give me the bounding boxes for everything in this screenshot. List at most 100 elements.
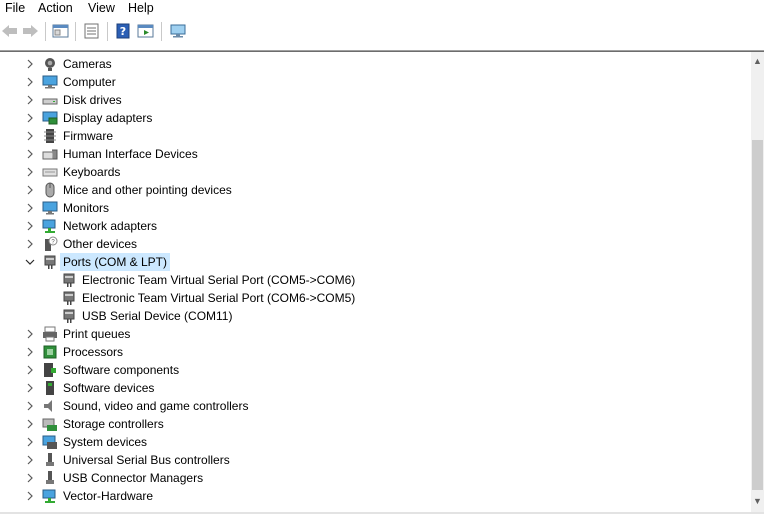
chevron-right-icon[interactable] — [24, 129, 36, 143]
chevron-right-icon[interactable] — [24, 327, 36, 341]
chevron-right-icon[interactable] — [24, 237, 36, 251]
usb-icon — [42, 452, 58, 468]
chevron-right-icon[interactable] — [24, 165, 36, 179]
tree-child-item[interactable]: USB Serial Device (COM11) — [0, 307, 751, 325]
forward-icon[interactable] — [21, 23, 39, 39]
vertical-scrollbar[interactable]: ▲ ▼ — [751, 52, 764, 512]
chevron-right-icon[interactable] — [24, 489, 36, 503]
chevron-right-icon[interactable] — [24, 183, 36, 197]
mouse-icon — [42, 182, 58, 198]
tree-category-item[interactable]: Storage controllers — [0, 415, 751, 433]
tree-category-item[interactable]: Software devices — [0, 379, 751, 397]
port-icon — [61, 308, 77, 324]
network-adapter-icon — [42, 488, 58, 504]
toolbar-separator — [75, 22, 76, 41]
tree-category-item[interactable]: Disk drives — [0, 91, 751, 109]
tree-item-label: Electronic Team Virtual Serial Port (COM… — [82, 291, 356, 305]
tree-item-label: System devices — [63, 435, 148, 449]
chevron-right-icon[interactable] — [24, 57, 36, 71]
chevron-right-icon[interactable] — [24, 93, 36, 107]
network-adapter-icon — [42, 218, 58, 234]
tree-category-item[interactable]: Processors — [0, 343, 751, 361]
properties-pane-icon[interactable] — [52, 23, 70, 39]
tree-category-item[interactable]: Cameras — [0, 55, 751, 73]
tree-child-item[interactable]: Electronic Team Virtual Serial Port (COM… — [0, 271, 751, 289]
chevron-right-icon[interactable] — [24, 75, 36, 89]
tree-item-label: Human Interface Devices — [63, 147, 198, 161]
chevron-right-icon[interactable] — [24, 219, 36, 233]
tree-category-item[interactable]: Display adapters — [0, 109, 751, 127]
tree-category-item[interactable]: ? Other devices — [0, 235, 751, 253]
tree-item-label: Vector-Hardware — [63, 489, 154, 503]
tree-category-item[interactable]: Sound, video and game controllers — [0, 397, 751, 415]
tree-item-label: Computer — [63, 75, 116, 89]
tree-category-item[interactable]: Print queues — [0, 325, 751, 343]
port-icon — [61, 272, 77, 288]
scroll-thumb[interactable] — [752, 140, 763, 490]
processor-icon — [42, 344, 58, 360]
tree-item-label: Display adapters — [63, 111, 153, 125]
tree-category-item[interactable]: Keyboards — [0, 163, 751, 181]
menu-view[interactable]: View — [88, 0, 115, 16]
monitor-icon — [42, 200, 58, 216]
chevron-right-icon[interactable] — [24, 345, 36, 359]
menu-file[interactable]: File — [5, 0, 25, 16]
software-device-icon — [42, 380, 58, 396]
sound-icon — [42, 398, 58, 414]
tree-item-label: Firmware — [63, 129, 113, 143]
tree-item-label: Sound, video and game controllers — [63, 399, 249, 413]
system-devices-icon — [42, 434, 58, 450]
tree-category-item[interactable]: Computer — [0, 73, 751, 91]
scroll-down-icon[interactable]: ▼ — [752, 494, 763, 508]
tree-category-item[interactable]: Universal Serial Bus controllers — [0, 451, 751, 469]
tree-category-item[interactable]: USB Connector Managers — [0, 469, 751, 487]
tree-category-item[interactable]: Mice and other pointing devices — [0, 181, 751, 199]
tree-category-item[interactable]: Ports (COM & LPT) — [0, 253, 751, 271]
menu-bar: File Action View Help — [0, 0, 764, 17]
back-icon[interactable] — [1, 23, 19, 39]
scroll-up-icon[interactable]: ▲ — [752, 54, 763, 68]
chevron-right-icon[interactable] — [24, 201, 36, 215]
svg-text:?: ? — [120, 25, 126, 38]
tree-item-label: Mice and other pointing devices — [63, 183, 232, 197]
tree-child-item[interactable]: Electronic Team Virtual Serial Port (COM… — [0, 289, 751, 307]
tree-category-item[interactable]: System devices — [0, 433, 751, 451]
toolbar: ? — [0, 17, 764, 45]
tree-item-label: Other devices — [63, 237, 138, 251]
device-tree[interactable]: Cameras Computer Disk drives Display adapte… — [0, 52, 751, 512]
tree-item-label: Monitors — [63, 201, 110, 215]
camera-icon — [42, 56, 58, 72]
chevron-right-icon[interactable] — [24, 381, 36, 395]
chevron-right-icon[interactable] — [24, 147, 36, 161]
run-icon[interactable] — [137, 23, 155, 39]
tree-category-item[interactable]: Vector-Hardware — [0, 487, 751, 505]
chevron-right-icon[interactable] — [24, 453, 36, 467]
list-icon[interactable] — [83, 23, 101, 39]
tree-category-item[interactable]: Monitors — [0, 199, 751, 217]
tree-category-item[interactable]: Human Interface Devices — [0, 145, 751, 163]
chevron-right-icon[interactable] — [24, 435, 36, 449]
help-icon[interactable]: ? — [114, 23, 132, 39]
keyboard-icon — [42, 164, 58, 180]
chevron-right-icon[interactable] — [24, 363, 36, 377]
tree-item-label: Network adapters — [63, 219, 158, 233]
tree-item-label: Processors — [63, 345, 124, 359]
tree-category-item[interactable]: Software components — [0, 361, 751, 379]
monitor-icon[interactable] — [169, 23, 187, 39]
tree-category-item[interactable]: Firmware — [0, 127, 751, 145]
chevron-right-icon[interactable] — [24, 111, 36, 125]
tree-item-label: Software components — [63, 363, 180, 377]
toolbar-separator — [161, 22, 162, 41]
chevron-right-icon[interactable] — [24, 471, 36, 485]
tree-category-item[interactable]: Network adapters — [0, 217, 751, 235]
tree-item-label: Storage controllers — [63, 417, 164, 431]
chevron-right-icon[interactable] — [24, 399, 36, 413]
port-icon — [42, 254, 58, 270]
menu-help[interactable]: Help — [128, 0, 154, 16]
menu-action[interactable]: Action — [38, 0, 73, 16]
chevron-right-icon[interactable] — [24, 417, 36, 431]
toolbar-separator — [45, 22, 46, 41]
tree-item-label: USB Connector Managers — [63, 471, 204, 485]
usb-icon — [42, 470, 58, 486]
chevron-down-icon[interactable] — [24, 255, 36, 269]
